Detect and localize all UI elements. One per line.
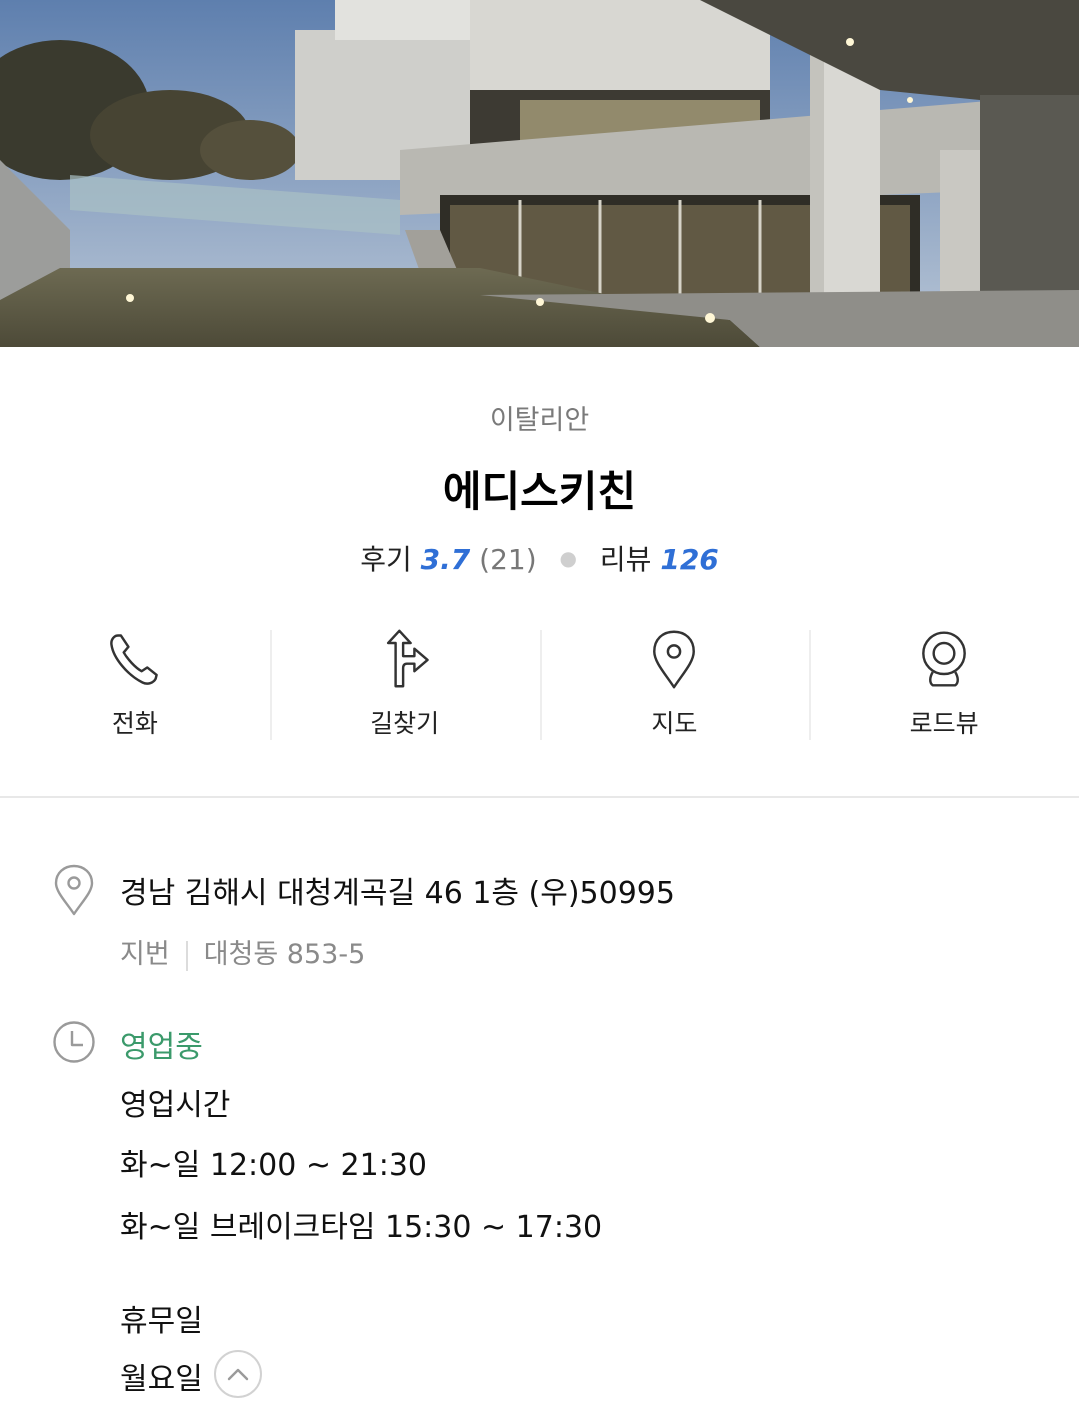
blog-review-label: 리뷰 (599, 543, 652, 576)
map-label: 지도 (651, 709, 698, 738)
phone-icon (110, 634, 158, 685)
section-divider (0, 796, 1079, 798)
collapse-hours-button[interactable] (214, 1350, 262, 1398)
road-address[interactable]: 경남 김해시 대청계곡길 46 1층 (우)50995 (120, 868, 675, 912)
clock-icon (53, 1021, 95, 1063)
hours-break-time: 화~일 브레이크타임 15:30 ~ 17:30 (120, 1210, 603, 1245)
review-count: (21) (479, 543, 537, 576)
call-button[interactable]: 전화 (0, 628, 270, 740)
directions-label: 길찾기 (370, 709, 440, 738)
review-label: 후기 (360, 543, 412, 576)
restaurant-photo[interactable] (0, 0, 1079, 347)
jibun-separator (185, 940, 188, 971)
call-label: 전화 (111, 709, 158, 738)
directions-button[interactable]: 길찾기 (269, 628, 540, 740)
rating-summary[interactable]: 후기 3.7 (21) ● 리뷰 126 (0, 538, 1079, 578)
blog-review-count: 126 (660, 543, 719, 576)
building-illustration (0, 0, 1079, 347)
roadview-button[interactable]: 로드뷰 (809, 628, 1079, 740)
roadview-label: 로드뷰 (909, 709, 979, 738)
jibun-address: 지번 대청동 853-5 (120, 932, 365, 971)
hours-regular: 화~일 12:00 ~ 21:30 (120, 1148, 427, 1183)
directions-icon (386, 629, 429, 688)
jibun-label: 지번 (120, 939, 170, 970)
separator-dot: ● (559, 546, 577, 570)
jibun-value: 대청동 853-5 (203, 939, 366, 970)
chevron-up-icon (227, 1368, 249, 1381)
business-status: 영업중 (120, 1030, 203, 1065)
closed-heading: 휴무일 (120, 1304, 203, 1339)
action-bar: 전화 길찾기 지도 로드뷰 (0, 628, 1079, 740)
hours-heading: 영업시간 (120, 1088, 231, 1123)
map-pin-icon (653, 630, 696, 689)
location-pin-icon (54, 864, 94, 916)
place-name: 에디스키친 (442, 467, 637, 516)
roadview-camera-icon (922, 631, 967, 687)
review-score: 3.7 (420, 543, 471, 576)
closed-day: 월요일 (120, 1362, 203, 1397)
map-button[interactable]: 지도 (539, 628, 810, 740)
category-label: 이탈리안 (489, 405, 590, 436)
